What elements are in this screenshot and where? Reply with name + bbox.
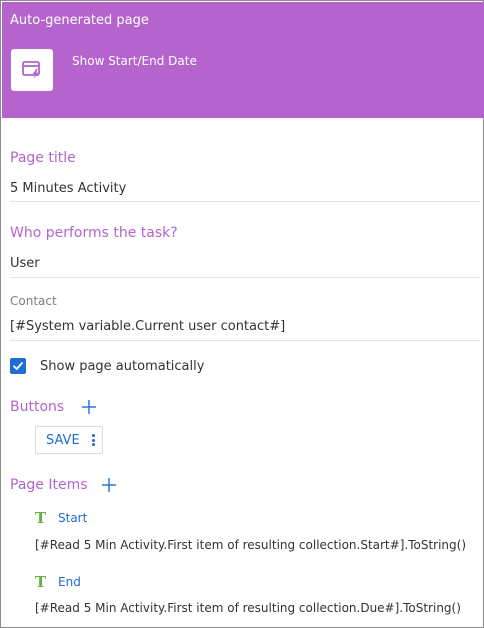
performer-label: Who performs the task? <box>10 225 178 241</box>
save-button[interactable]: SAVE <box>46 433 80 448</box>
text-field-icon: T <box>35 509 47 527</box>
show-page-label: Show page automatically <box>40 359 205 374</box>
contact-input[interactable]: [#System variable.Current user contact#] <box>10 319 285 334</box>
performer-underline <box>10 277 481 278</box>
panel-title: Auto-generated page <box>10 13 149 28</box>
page-title-input[interactable]: 5 Minutes Activity <box>10 181 126 196</box>
page-item-end-value: [#Read 5 Min Activity.First item of resu… <box>35 601 461 615</box>
text-field-icon: T <box>35 573 47 591</box>
plus-icon <box>82 400 96 414</box>
save-button-chip: SAVE <box>35 426 103 454</box>
add-page-item-button[interactable] <box>101 477 117 493</box>
page-items-label: Page Items <box>10 477 88 493</box>
page-title-underline <box>10 201 481 202</box>
buttons-label: Buttons <box>10 399 65 415</box>
add-button-button[interactable] <box>81 399 97 415</box>
contact-underline <box>10 340 481 341</box>
contact-label: Contact <box>10 294 57 308</box>
page-item-end[interactable]: End <box>58 575 81 589</box>
more-options-icon[interactable] <box>89 432 97 448</box>
performer-input[interactable]: User <box>10 256 40 271</box>
page-lightning-icon <box>22 61 40 79</box>
show-page-checkbox[interactable] <box>10 358 26 374</box>
page-item-start[interactable]: Start <box>58 511 87 525</box>
page-element-tile[interactable] <box>11 49 53 91</box>
panel-header: Auto-generated page Show Start/End Date <box>2 2 484 118</box>
page-title-label: Page title <box>10 150 76 166</box>
page-item-start-value: [#Read 5 Min Activity.First item of resu… <box>35 538 466 552</box>
process-element-panel: Auto-generated page Show Start/End Date … <box>0 0 484 628</box>
plus-icon <box>102 478 116 492</box>
element-caption[interactable]: Show Start/End Date <box>72 54 197 68</box>
checkmark-icon <box>13 362 23 370</box>
